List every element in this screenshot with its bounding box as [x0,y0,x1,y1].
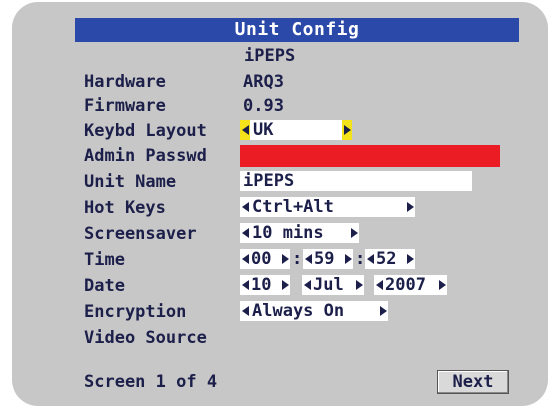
unit-id-heading: iPEPS [244,46,296,66]
keyboard-label: Keybd Layout [84,121,207,141]
keyboard-layout-select[interactable]: UK [240,120,352,140]
window-title: Unit Config [75,18,519,42]
right-arrow-icon[interactable] [405,249,415,269]
left-arrow-icon[interactable] [365,249,375,269]
date-year-select[interactable]: 2007 [374,275,447,295]
right-arrow-icon[interactable] [354,275,364,295]
encryption-select[interactable]: Always On [240,301,388,321]
left-arrow-icon[interactable] [240,275,250,295]
firmware-value: 0.93 [243,96,284,116]
time-seconds-select[interactable]: 52 [365,249,415,269]
left-arrow-icon[interactable] [240,120,250,140]
keyboard-layout-value: UK [253,120,274,140]
hot-keys-value: Ctrl+Alt [252,197,334,217]
time-label: Time [84,250,125,270]
time-hours-select[interactable]: 00 [240,249,290,269]
date-day-value: 10 [251,275,272,295]
left-arrow-icon[interactable] [240,197,250,217]
left-arrow-icon[interactable] [374,275,384,295]
left-arrow-icon[interactable] [240,301,250,321]
time-hours-value: 00 [251,249,272,269]
time-seconds-value: 52 [376,249,397,269]
right-arrow-icon[interactable] [280,275,290,295]
screensaver-select[interactable]: 10 mins [240,223,359,243]
firmware-label: Firmware [84,96,166,116]
left-arrow-icon[interactable] [240,249,250,269]
right-arrow-icon[interactable] [343,249,353,269]
unit-name-label: Unit Name [84,172,177,192]
left-arrow-icon[interactable] [303,249,313,269]
hardware-value: ARQ3 [243,72,284,92]
right-arrow-icon[interactable] [349,223,359,243]
date-year-value: 2007 [385,275,426,295]
left-arrow-icon[interactable] [302,275,312,295]
right-arrow-icon[interactable] [280,249,290,269]
time-separator: : [292,249,303,269]
hot-keys-select[interactable]: Ctrl+Alt [240,197,415,217]
right-arrow-icon[interactable] [437,275,447,295]
date-day-select[interactable]: 10 [240,275,290,295]
admin-password-label: Admin Passwd [84,146,207,166]
video-source-label: Video Source [84,328,207,348]
date-month-select[interactable]: Jul [302,275,364,295]
right-arrow-icon[interactable] [405,197,415,217]
date-label: Date [84,276,125,296]
left-arrow-icon[interactable] [240,223,250,243]
time-separator: : [355,249,366,269]
right-arrow-icon[interactable] [342,120,352,140]
date-month-value: Jul [313,275,344,295]
right-arrow-icon[interactable] [378,301,388,321]
time-minutes-value: 59 [314,249,335,269]
hardware-label: Hardware [84,72,166,92]
screensaver-label: Screensaver [84,224,197,244]
unit-name-field[interactable]: iPEPS [240,171,472,191]
page-indicator: Screen 1 of 4 [84,372,218,392]
encryption-label: Encryption [84,302,187,322]
encryption-value: Always On [252,301,345,321]
time-minutes-select[interactable]: 59 [303,249,353,269]
unit-name-value: iPEPS [243,171,295,191]
next-button[interactable]: Next [437,370,509,394]
admin-password-field[interactable] [240,145,500,167]
screensaver-value: 10 mins [252,223,324,243]
hot-keys-label: Hot Keys [84,198,166,218]
